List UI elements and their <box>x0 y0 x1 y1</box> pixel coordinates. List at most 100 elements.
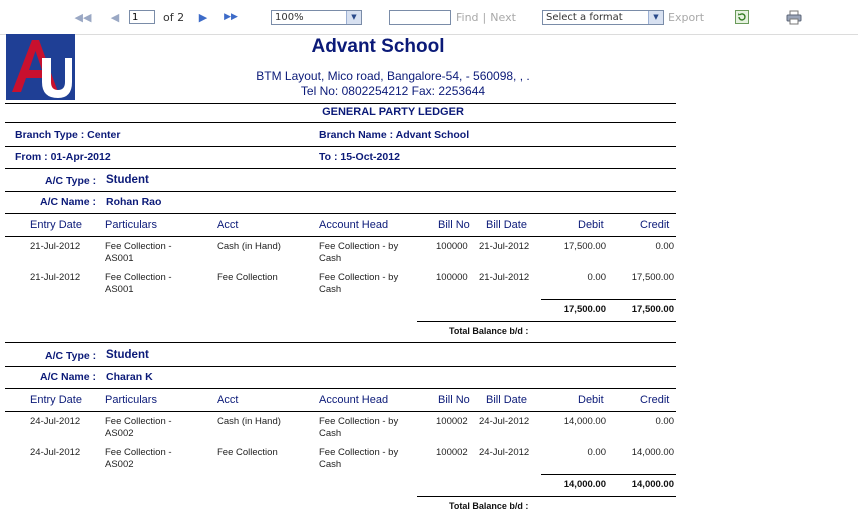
divider <box>5 213 676 214</box>
ac-name-value: Rohan Rao <box>106 196 162 208</box>
col-bill-date: Bill Date <box>486 394 527 406</box>
ac-type-value: Student <box>106 349 149 361</box>
row-entry-date: 24-Jul-2012 <box>30 416 81 427</box>
subtotal-divider <box>541 474 676 475</box>
report-toolbar: ◀◀ ◀ of 2 ▶ ▶▶ 100% ▼ Find | Next Select… <box>0 0 858 35</box>
export-format-select[interactable]: Select a format ▼ <box>542 9 664 25</box>
row-entry-date: 21-Jul-2012 <box>30 241 81 252</box>
row-particulars: Fee Collection - <box>105 416 172 427</box>
ac-type-value: Student <box>106 174 149 186</box>
row-acct: Cash (in Hand) <box>217 416 281 427</box>
col-acct: Acct <box>217 394 239 406</box>
row-bill-date: 21-Jul-2012 <box>479 272 530 283</box>
row-acct: Fee Collection <box>217 272 278 283</box>
school-logo <box>6 34 75 100</box>
export-link[interactable]: Export <box>668 11 704 24</box>
branch-type: Branch Type : Center <box>15 129 121 141</box>
row-bill-no: 100002 <box>436 447 468 458</box>
report-title: GENERAL PARTY LEDGER <box>322 106 464 118</box>
previous-page-icon[interactable]: ◀ <box>108 10 122 24</box>
col-account-head: Account Head <box>319 219 389 231</box>
branch-name: Branch Name : Advant School <box>319 129 470 141</box>
row-bill-date: 24-Jul-2012 <box>479 416 530 427</box>
col-debit: Debit <box>578 219 604 231</box>
row-particulars: Fee Collection - <box>105 241 172 252</box>
ac-name-value: Charan K <box>106 371 153 383</box>
row-bill-no: 100002 <box>436 416 468 427</box>
col-acct: Acct <box>217 219 239 231</box>
total-credit: 14,000.00 <box>631 479 674 490</box>
col-bill-date: Bill Date <box>486 219 527 231</box>
row-debit: 0.00 <box>587 272 607 283</box>
col-particulars: Particulars <box>105 219 157 231</box>
date-from: From : 01-Apr-2012 <box>15 151 111 163</box>
find-next-link[interactable]: Next <box>490 11 516 24</box>
total-credit: 17,500.00 <box>631 304 674 315</box>
school-contact: Tel No: 0802254212 Fax: 2253644 <box>300 84 486 98</box>
divider <box>5 191 676 192</box>
find-input[interactable] <box>389 9 451 25</box>
row-bill-date: 24-Jul-2012 <box>479 447 530 458</box>
school-name: Advant School <box>311 36 445 57</box>
total-divider <box>417 321 676 322</box>
row-account-head-cont: Cash <box>319 284 342 295</box>
print-icon[interactable] <box>786 9 802 25</box>
last-page-icon[interactable]: ▶▶ <box>224 10 238 24</box>
col-credit: Credit <box>640 219 670 231</box>
ac-type-label: A/C Type : <box>45 350 97 362</box>
school-address: BTM Layout, Mico road, Bangalore-54, - 5… <box>256 69 530 83</box>
find-link[interactable]: Find <box>456 11 479 24</box>
total-debit: 17,500.00 <box>563 304 606 315</box>
refresh-icon[interactable] <box>734 9 750 25</box>
zoom-select[interactable]: 100% ▼ <box>271 9 362 25</box>
row-particulars-code: AS001 <box>105 253 134 264</box>
ac-type-label: A/C Type : <box>45 175 97 187</box>
row-bill-date: 21-Jul-2012 <box>479 241 530 252</box>
subtotal-divider <box>541 299 676 300</box>
col-bill-no: Bill No <box>438 219 470 231</box>
divider <box>5 388 676 389</box>
export-format-value: Select a format <box>546 11 623 23</box>
first-page-icon[interactable]: ◀◀ <box>75 10 92 24</box>
divider <box>5 103 676 104</box>
row-bill-no: 100000 <box>436 272 468 283</box>
row-credit: 0.00 <box>655 416 675 427</box>
total-balance-label: Total Balance b/d : <box>449 501 529 511</box>
row-account-head: Fee Collection - by <box>319 241 399 252</box>
ac-name-label: A/C Name : <box>40 196 97 208</box>
row-particulars-code: AS001 <box>105 284 134 295</box>
divider <box>5 168 676 169</box>
row-account-head: Fee Collection - by <box>319 416 399 427</box>
col-entry-date: Entry Date <box>30 219 82 231</box>
row-credit: 0.00 <box>655 241 675 252</box>
ac-name-label: A/C Name : <box>40 371 97 383</box>
row-acct: Cash (in Hand) <box>217 241 281 252</box>
col-debit: Debit <box>578 394 604 406</box>
col-entry-date: Entry Date <box>30 394 82 406</box>
col-account-head: Account Head <box>319 394 389 406</box>
chevron-down-icon: ▼ <box>648 10 663 24</box>
next-page-icon[interactable]: ▶ <box>196 10 210 24</box>
row-debit: 0.00 <box>587 447 607 458</box>
page-number-input[interactable] <box>129 10 155 24</box>
divider <box>5 122 676 123</box>
row-particulars-code: AS002 <box>105 459 134 470</box>
divider <box>5 146 676 147</box>
row-particulars: Fee Collection - <box>105 447 172 458</box>
row-account-head: Fee Collection - by <box>319 272 399 283</box>
zoom-value: 100% <box>275 11 304 23</box>
page-count-label: of 2 <box>163 10 185 24</box>
row-debit: 17,500.00 <box>563 241 606 252</box>
row-credit: 14,000.00 <box>631 447 674 458</box>
divider <box>5 342 676 343</box>
row-entry-date: 24-Jul-2012 <box>30 447 81 458</box>
col-credit: Credit <box>640 394 670 406</box>
col-particulars: Particulars <box>105 394 157 406</box>
row-account-head-cont: Cash <box>319 428 342 439</box>
row-particulars-code: AS002 <box>105 428 134 439</box>
col-bill-no: Bill No <box>438 394 470 406</box>
report-body: Advant School BTM Layout, Mico road, Ban… <box>0 34 858 519</box>
divider <box>5 236 676 237</box>
date-to: To : 15-Oct-2012 <box>319 151 400 163</box>
row-account-head: Fee Collection - by <box>319 447 399 458</box>
